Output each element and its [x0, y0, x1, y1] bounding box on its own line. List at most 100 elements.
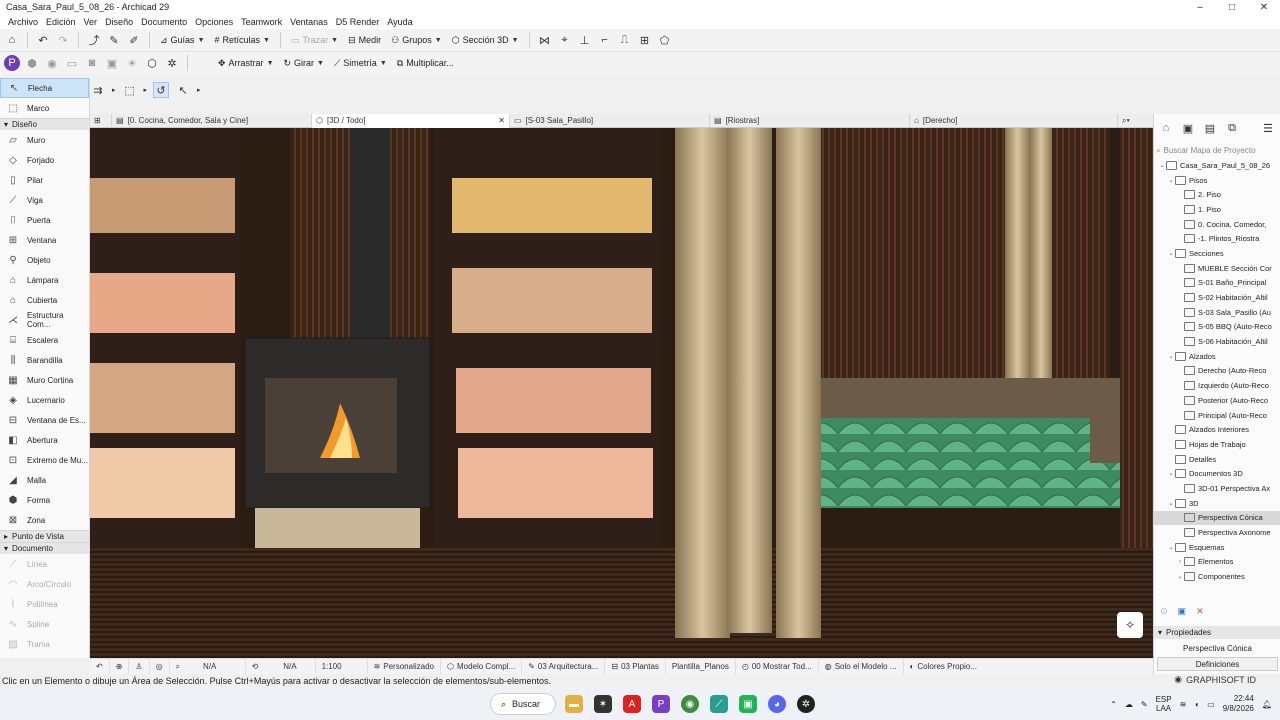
- settings-icon[interactable]: ✲: [797, 695, 815, 713]
- tab-grid-icon[interactable]: ⊞: [90, 113, 112, 128]
- tree-item[interactable]: ⌄ Esquemas: [1154, 540, 1280, 555]
- explode-icon[interactable]: ⬠: [657, 32, 673, 48]
- arrastrar-button[interactable]: ✥ Arrastrar ▼: [215, 54, 277, 72]
- orbit-icon[interactable]: ◎: [150, 658, 170, 675]
- tree-item[interactable]: 2. Piso: [1154, 187, 1280, 202]
- tool-marco[interactable]: ⬚ Marco: [0, 98, 89, 118]
- pen-icon[interactable]: ✎: [1141, 700, 1148, 709]
- tree-item[interactable]: Perspectiva Cónica: [1154, 510, 1280, 526]
- tree-item[interactable]: Alzados Interiores: [1154, 422, 1280, 437]
- section-diseno[interactable]: ▾ Diseño: [0, 118, 89, 130]
- tree-toggle-icon[interactable]: ⌄: [1167, 250, 1175, 257]
- selection-method-icon[interactable]: ⇉: [90, 82, 106, 98]
- menu-edicion[interactable]: Edición: [42, 17, 80, 27]
- tree-item[interactable]: Hojas de Trabajo: [1154, 437, 1280, 452]
- menu-documento[interactable]: Documento: [137, 17, 191, 27]
- tree-item[interactable]: S-01 Baño_Principal: [1154, 276, 1280, 291]
- section-documento[interactable]: ▾ Documento: [0, 542, 89, 554]
- tree-item[interactable]: S-06 Habitación_Altil: [1154, 334, 1280, 349]
- scale-field[interactable]: 1:100: [316, 658, 368, 675]
- tool-puerta[interactable]: ⌷ Puerta: [0, 210, 89, 230]
- home-icon[interactable]: ⌂: [4, 32, 20, 48]
- tool-forma[interactable]: ⬢ Forma: [0, 490, 89, 510]
- menu-icon[interactable]: ☰: [1260, 120, 1276, 136]
- tree-item[interactable]: ⌄ Componentes: [1154, 569, 1280, 584]
- settings-icon[interactable]: ▣: [1178, 606, 1187, 617]
- tool-muro-cortina[interactable]: ▦ Muro Cortina: [0, 370, 89, 390]
- tree-item[interactable]: S-05 BBQ (Auto-Reco: [1154, 320, 1280, 335]
- notification-bell-icon[interactable]: 🔔︎: [1262, 700, 1272, 709]
- tool-arco-circulo[interactable]: ◠ Arco/Círculo: [0, 574, 89, 594]
- tree-item[interactable]: Detalles: [1154, 452, 1280, 467]
- tool-cubierta[interactable]: ⌂ Cubierta: [0, 290, 89, 310]
- renovation-combo[interactable]: ◴ 00 Mostrar Tod...: [736, 658, 819, 675]
- tree-item[interactable]: Perspectiva Axonome: [1154, 525, 1280, 540]
- layer-combo[interactable]: ≋ Personalizado: [368, 658, 441, 675]
- menu-archivo[interactable]: Archivo: [4, 17, 42, 27]
- wifi-icon[interactable]: ≋: [1180, 700, 1187, 709]
- cube-icon[interactable]: ⬡: [144, 55, 160, 71]
- tool-polilinea[interactable]: ⌇ Polilínea: [0, 594, 89, 614]
- walk-icon[interactable]: ♙: [129, 658, 150, 675]
- app-icon-3[interactable]: ⟋: [710, 695, 728, 713]
- tree-item[interactable]: ⌄ Secciones: [1154, 246, 1280, 261]
- menu-ventanas[interactable]: Ventanas: [286, 17, 332, 27]
- navigator-search[interactable]: ⌕ Buscar Mapa de Proyecto: [1156, 144, 1278, 157]
- photo-icon[interactable]: ▣: [104, 55, 120, 71]
- guias-button[interactable]: ⊿ Guías ▼: [157, 31, 208, 49]
- undo-icon[interactable]: ↶: [35, 32, 51, 48]
- tree-item[interactable]: Derecho (Auto-Reco: [1154, 364, 1280, 379]
- app-icon-4[interactable]: ▣: [739, 695, 757, 713]
- grupos-button[interactable]: ⚇ Grupos ▼: [388, 31, 445, 49]
- split-icon[interactable]: ⋈: [537, 32, 553, 48]
- discord-icon[interactable]: ◕: [768, 695, 786, 713]
- language-indicator[interactable]: ESP LAA: [1156, 695, 1172, 713]
- tree-toggle-icon[interactable]: ⌄: [1167, 177, 1175, 184]
- tree-item[interactable]: 0. Cocina, Comedor,: [1154, 217, 1280, 232]
- tool-extremo-muro[interactable]: ⊡ Extremo de Mu...: [0, 450, 89, 470]
- file-explorer-icon[interactable]: ▬: [565, 695, 583, 713]
- camera-icon[interactable]: ◙: [84, 55, 100, 71]
- definitions-button[interactable]: Definiciones: [1157, 657, 1278, 671]
- menu-teamwork[interactable]: Teamwork: [237, 17, 286, 27]
- profile-icon[interactable]: P: [4, 55, 20, 71]
- tree-item[interactable]: S-03 Sala_Pasillo (Au: [1154, 305, 1280, 320]
- tool-ventana[interactable]: ⊞ Ventana: [0, 230, 89, 250]
- tool-escalera[interactable]: ⌸ Escalera: [0, 330, 89, 350]
- zoom-field[interactable]: ⌕ N/A: [170, 658, 246, 675]
- open-view-icon[interactable]: ⊙: [1160, 606, 1168, 617]
- tree-item[interactable]: 1. Piso: [1154, 202, 1280, 217]
- tab-floor-plan[interactable]: ▤ [0. Cocina, Comedor, Sala y Cine]: [112, 113, 312, 128]
- tool-flecha[interactable]: ↖ Flecha: [0, 78, 89, 98]
- tree-item[interactable]: › Elementos: [1154, 555, 1280, 570]
- tool-trama[interactable]: ▨ Trama: [0, 634, 89, 654]
- tree-item[interactable]: Izquierdo (Auto-Reco: [1154, 378, 1280, 393]
- tool-spline[interactable]: ∿ Spline: [0, 614, 89, 634]
- graphic-override-combo[interactable]: ◐ Colores Propio...: [904, 659, 983, 675]
- reticulas-button[interactable]: # Retículas ▼: [212, 31, 273, 49]
- layout-book-icon[interactable]: ▤: [1202, 120, 1218, 136]
- clock[interactable]: 22:44 9/8/2026: [1223, 694, 1254, 714]
- redo-icon[interactable]: ↷: [55, 32, 71, 48]
- tool-lampara[interactable]: ⌂ Lámpara: [0, 270, 89, 290]
- taskbar-search[interactable]: ⌕ Buscar: [490, 693, 556, 715]
- tree-item[interactable]: -1. Plintos_Riostra: [1154, 231, 1280, 246]
- tool-abertura[interactable]: ◧ Abertura: [0, 430, 89, 450]
- tree-toggle-icon[interactable]: ⌄: [1167, 500, 1175, 507]
- video-icon[interactable]: ▭: [64, 55, 80, 71]
- render-icon[interactable]: ◉: [44, 55, 60, 71]
- tree-item[interactable]: Principal (Auto-Reco: [1154, 408, 1280, 423]
- resize-icon[interactable]: ⊞: [637, 32, 653, 48]
- graphisoft-id[interactable]: ◉ GRAPHISOFT ID: [1174, 674, 1256, 685]
- 3d-viewport[interactable]: ✧: [90, 128, 1153, 658]
- tool-linea[interactable]: ⟋ Línea: [0, 554, 89, 574]
- adjust-icon[interactable]: ⌖: [557, 32, 573, 48]
- tree-item[interactable]: ⌄ Alzados: [1154, 349, 1280, 364]
- tool-ventana-esquina[interactable]: ⊟ Ventana de Es...: [0, 410, 89, 430]
- tree-item[interactable]: ⌄ Pisos: [1154, 173, 1280, 188]
- archicad-icon[interactable]: A: [623, 695, 641, 713]
- project-map-icon[interactable]: ⌂: [1158, 120, 1174, 136]
- tool-muro[interactable]: ▱ Muro: [0, 130, 89, 150]
- tab-3d-todo[interactable]: ⬡ [3D / Todo] ✕: [312, 113, 510, 128]
- pen-set-combo[interactable]: ✎ 03 Arquitectura...: [522, 658, 606, 675]
